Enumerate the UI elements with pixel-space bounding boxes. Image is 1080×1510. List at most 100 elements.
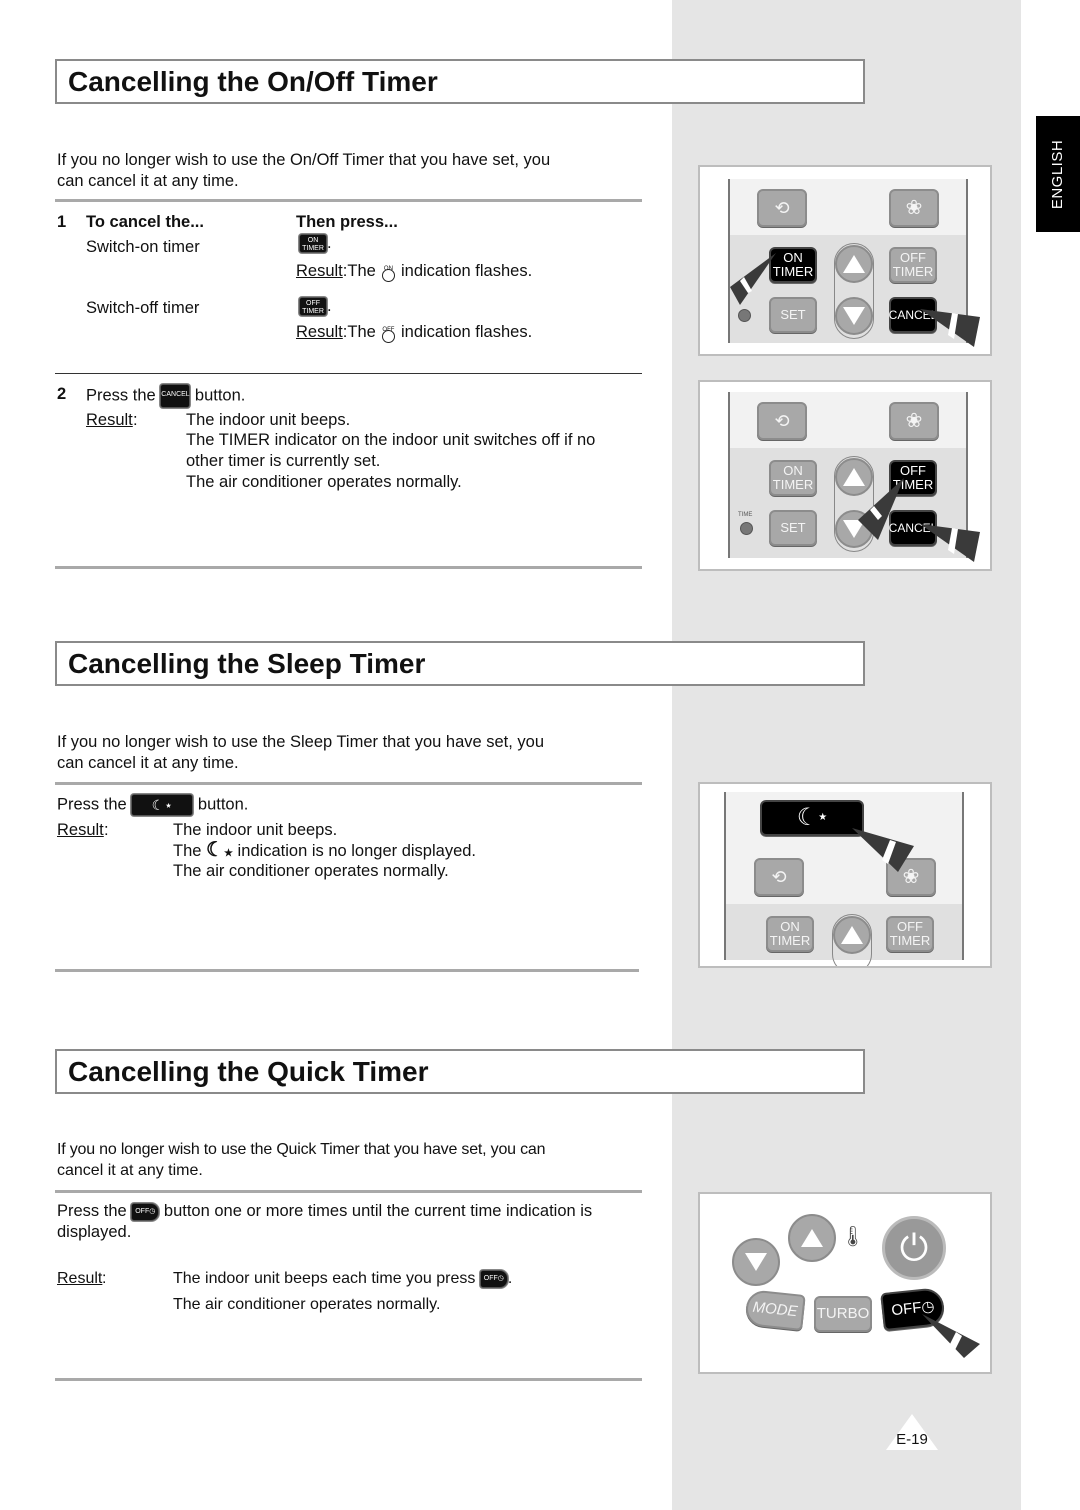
col-header-cancel: To cancel the... (86, 213, 204, 231)
result-line: other timer is currently set. (186, 452, 381, 470)
thermometer-icon: 🌡 (840, 1226, 866, 1248)
sleep-press: Press the ☾⋆ button. (57, 794, 248, 816)
remote-figure-quick-timer: 🌡 ⏻ MODE TURBO OFF ◷ (698, 1192, 992, 1374)
section-title-sleep: Cancelling the Sleep Timer (55, 641, 865, 686)
result-line: The indoor unit beeps. (173, 821, 338, 839)
period: . (507, 1270, 513, 1287)
indicator-led (740, 522, 753, 535)
quick-intro-line1: If you no longer wish to use the Quick T… (57, 1141, 546, 1158)
divider (55, 566, 642, 569)
press-pre: Press the (57, 795, 127, 814)
divider (55, 1190, 642, 1193)
lbl: OFF (896, 919, 923, 934)
result-label: Result (296, 323, 343, 341)
on-timer-button: ON TIMER (766, 916, 814, 952)
btn-line1: ON (307, 237, 319, 245)
col-header-press: Then press... (296, 213, 398, 231)
language-tab-label: ENGLISH (1049, 139, 1067, 209)
press-pre: Press the (86, 386, 156, 405)
up-button (835, 245, 873, 283)
stopwatch-icon: ON (380, 262, 396, 282)
remote-control: ☾ ★ ⟲ ❀ ON TIMER OFF TIMER (724, 792, 964, 966)
result-line: The indoor unit beeps. (186, 411, 351, 429)
off-timer-button: OFF TIMER (889, 247, 937, 283)
row-result-switch-off: Result:The OFF indication flashes. (296, 322, 532, 343)
sleep-intro-line2: can cancel it at any time. (57, 754, 239, 772)
onoff-intro-line1: If you no longer wish to use the On/Off … (57, 151, 551, 169)
up-button (788, 1214, 836, 1262)
result-label-text: Result (86, 411, 133, 429)
lbl: ON (783, 250, 803, 265)
off-quick-timer-button-icon: OFF◷ (131, 1202, 160, 1221)
lbl: ON (780, 919, 800, 934)
row-press-switch-on: ON TIMER. (299, 233, 332, 254)
stopwatch-icon: OFF (380, 323, 396, 343)
btn-line2: TIMER (302, 308, 324, 316)
divider (55, 373, 642, 374)
pointer-arrow-icon (730, 253, 776, 305)
remote-figure-off-timer: ⟲ ❀ ON TIMER OFF TIMER SET CANCEL TIME (698, 380, 992, 571)
result-line: The air conditioner operates normally. (186, 473, 462, 491)
row-item-switch-on: Switch-on timer (86, 238, 200, 256)
remote-figure-sleep: ☾ ★ ⟲ ❀ ON TIMER OFF TIMER (698, 782, 992, 968)
colon: : (102, 1270, 107, 1287)
language-tab: ENGLISH (1036, 116, 1080, 232)
result-post: indication is no longer displayed. (237, 842, 477, 860)
fan-button: ❀ (889, 402, 939, 440)
result-label: Result (86, 410, 133, 431)
period: . (327, 297, 332, 315)
sleep-intro-line1: If you no longer wish to use the Sleep T… (57, 733, 545, 751)
row-item-switch-off: Switch-off timer (86, 299, 200, 317)
lbl: OFF (135, 1207, 150, 1215)
result-text: The indoor unit beeps each time you pres… (173, 1270, 476, 1287)
on-timer-button: ON TIMER (769, 460, 817, 496)
swing-button: ⟲ (757, 189, 807, 227)
result-pre: The (173, 842, 202, 860)
section-title-onoff: Cancelling the On/Off Timer (55, 59, 865, 104)
quick-press: Press the OFF◷ button one or more times … (57, 1201, 592, 1222)
down-button (835, 297, 873, 335)
result-label: Result (57, 1269, 102, 1290)
row-press-switch-off: OFF TIMER. (299, 296, 332, 317)
result-line: The TIMER indicator on the indoor unit s… (186, 431, 596, 449)
btn-line2: TIMER (302, 245, 324, 253)
result-line: The air conditioner operates normally. (173, 862, 449, 880)
lbl: TIMER (769, 933, 811, 948)
btn-line1: OFF (306, 300, 320, 308)
result-label-text: Result (57, 821, 104, 839)
result-label-text: Result (57, 1270, 103, 1287)
fan-button: ❀ (889, 189, 939, 227)
period: . (327, 234, 332, 252)
page-number-text: E-19 (896, 1431, 928, 1448)
press-post: button one or more times until the curre… (163, 1202, 593, 1220)
swing-button: ⟲ (754, 858, 804, 896)
lbl: OFF (899, 250, 926, 265)
row-result-switch-on: Result:The ON indication flashes. (296, 261, 532, 282)
divider (55, 782, 642, 785)
divider (55, 1378, 642, 1381)
time-label: TIME (738, 512, 753, 518)
result-post: indication flashes. (401, 262, 533, 280)
result-post: indication flashes. (401, 323, 533, 341)
lbl: TIMER (772, 477, 814, 492)
result-line: The indoor unit beeps each time you pres… (173, 1269, 512, 1290)
quick-intro-line2: cancel it at any time. (57, 1162, 203, 1179)
pointer-arrow-icon (852, 828, 914, 872)
sleep-button-icon: ☾⋆ (131, 794, 194, 816)
colon: : (133, 411, 138, 429)
step-number: 2 (57, 385, 67, 403)
lbl: ON (783, 463, 803, 478)
result-pre: The (347, 262, 376, 280)
swing-button: ⟲ (757, 402, 807, 440)
press-pre: Press the (57, 1202, 127, 1220)
step-number: 1 (57, 213, 67, 231)
cancel-button-icon: CANCEL (160, 384, 191, 408)
onoff-intro-line2: can cancel it at any time. (57, 172, 239, 190)
off-timer-button-icon: OFF TIMER (299, 297, 327, 317)
down-button (732, 1238, 780, 1286)
sleep-button: ☾ ★ (760, 800, 864, 836)
divider (55, 199, 642, 202)
set-button: SET (769, 510, 817, 546)
section-title-quick: Cancelling the Quick Timer (55, 1049, 865, 1094)
lbl: OFF (483, 1274, 498, 1282)
